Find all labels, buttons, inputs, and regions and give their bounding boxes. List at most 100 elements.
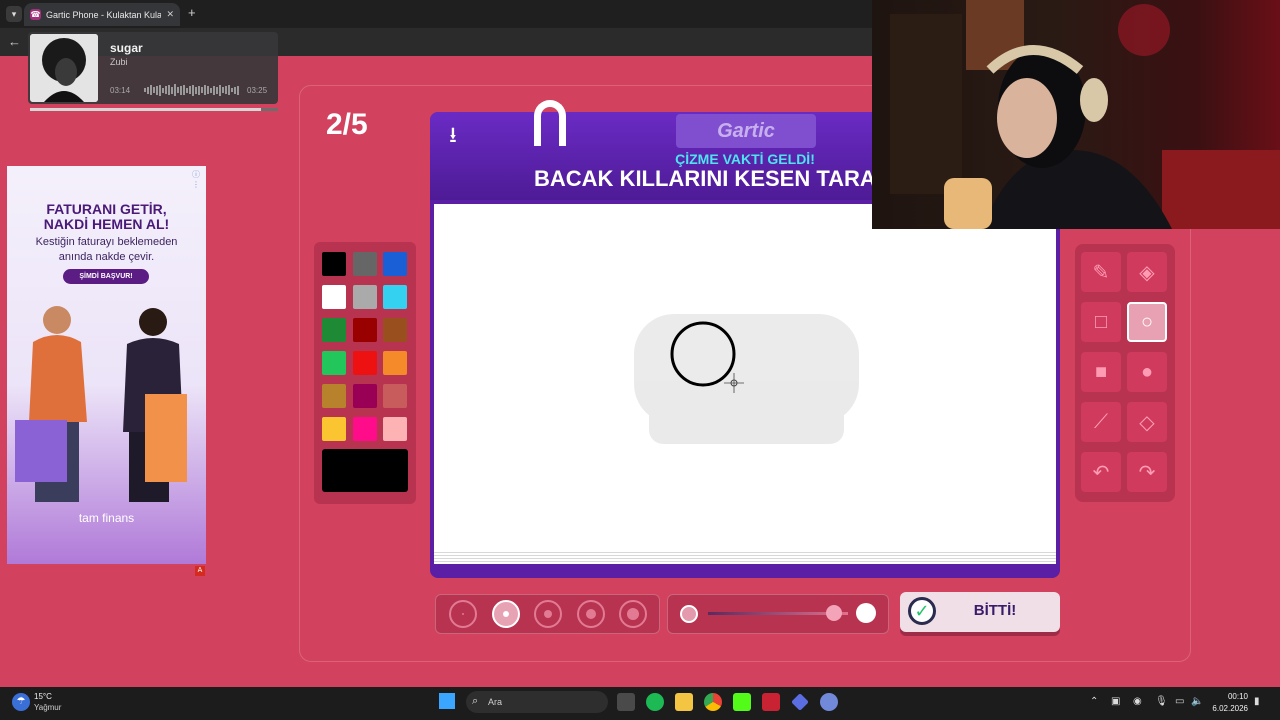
windows-start-icon[interactable] <box>439 693 455 709</box>
gartic-logo: Gartic <box>676 114 816 148</box>
pencil-tool[interactable]: ✎ <box>1081 252 1121 292</box>
download-icon[interactable]: ⭳ <box>440 118 466 148</box>
check-icon: ✓ <box>908 597 936 625</box>
ad-headline: FATURANI GETİR, NAKDİ HEMEN AL! <box>43 201 170 232</box>
pencil-icon: ✎ <box>1092 261 1110 284</box>
selected-color-preview <box>322 449 408 492</box>
search-label: Ara <box>488 697 503 707</box>
tray-app-icon[interactable]: ▣ <box>1111 696 1120 707</box>
gartic-phone-watermark <box>634 314 859 444</box>
album-art <box>30 34 98 102</box>
ad-brand: tam finans <box>78 511 135 525</box>
file-explorer-icon[interactable] <box>675 693 693 711</box>
fill-bucket-icon: ◇ <box>1139 411 1155 434</box>
circle-outline-icon: ○ <box>1140 310 1154 333</box>
canvas-page-edge <box>434 550 1056 564</box>
clock-time[interactable]: 00:10 <box>1214 692 1248 701</box>
color-swatch[interactable] <box>322 351 346 375</box>
done-button-label[interactable]: BİTTİ! <box>940 602 1050 619</box>
back-arrow-icon[interactable]: ← <box>8 34 21 49</box>
music-progress-fill <box>30 108 261 111</box>
gartic-favicon-icon: ☎ <box>30 9 41 20</box>
advertisement[interactable]: ⓘ ⋮ FATURANI GETİR, NAKDİ HEMEN AL! Kest… <box>7 166 206 564</box>
close-tab-icon[interactable]: ✕ <box>166 9 174 20</box>
ellipse-filled-tool[interactable]: ● <box>1127 352 1167 392</box>
weather-desc[interactable]: Yağmur <box>34 703 61 712</box>
eraser-tool[interactable]: ◈ <box>1127 252 1167 292</box>
brush-size-option[interactable] <box>491 600 520 628</box>
spotify-icon[interactable] <box>646 693 664 711</box>
ad-corner-badge[interactable]: A <box>195 566 205 576</box>
weather-icon[interactable]: ☂ <box>12 693 30 711</box>
color-swatch[interactable] <box>383 351 407 375</box>
square-outline-icon: □ <box>1094 310 1108 333</box>
fill-tool[interactable]: ◇ <box>1127 402 1167 442</box>
drawing-canvas[interactable] <box>434 204 1056 550</box>
song-title: sugar <box>110 41 143 55</box>
color-swatch[interactable] <box>383 285 407 309</box>
network-icon[interactable]: ▭ <box>1175 696 1184 707</box>
tray-app-icon[interactable]: ◉ <box>1133 696 1142 707</box>
clip-hook-icon <box>534 100 566 146</box>
brush-size-option[interactable] <box>576 600 605 628</box>
opacity-low-icon <box>680 605 698 623</box>
redo-tool[interactable]: ↷ <box>1127 452 1167 492</box>
color-swatch[interactable] <box>322 285 346 309</box>
ad-info-icon[interactable]: ⓘ ⋮ <box>192 169 206 189</box>
color-swatch[interactable] <box>322 318 346 342</box>
webcam-overlay <box>872 0 1280 229</box>
brush-size-option[interactable] <box>619 600 647 628</box>
notifications-icon[interactable]: ▮ <box>1254 696 1260 707</box>
color-swatch[interactable] <box>383 417 407 441</box>
rectangle-outline-tool[interactable]: □ <box>1081 302 1121 342</box>
opacity-high-icon <box>856 603 876 623</box>
current-time: 03:14 <box>110 86 131 95</box>
clock-date[interactable]: 6.02.2026 <box>1200 704 1248 713</box>
color-swatch[interactable] <box>352 285 377 309</box>
line-tool[interactable]: ⟋ <box>1081 402 1121 442</box>
undo-icon: ↶ <box>1092 461 1110 484</box>
ellipse-outline-tool[interactable]: ○ <box>1127 302 1167 342</box>
search-icon: ⌕ <box>472 695 479 707</box>
line-icon: ⟋ <box>1094 410 1108 433</box>
ad-cta-button[interactable]: ŞİMDİ BAŞVUR! <box>63 269 149 284</box>
color-swatch[interactable] <box>352 384 377 408</box>
waveform <box>144 84 239 96</box>
tab-title: Gartic Phone - Kulaktan Kulağa <box>46 9 162 20</box>
color-swatch[interactable] <box>322 417 346 441</box>
ad-illustration <box>15 306 187 502</box>
color-swatch[interactable] <box>322 384 346 408</box>
opacity-slider-thumb[interactable] <box>826 605 842 621</box>
brush-size-option[interactable] <box>449 600 477 628</box>
ad-subtext: Kestiğin faturayı beklemeden anında nakd… <box>35 236 178 263</box>
color-swatch[interactable] <box>383 384 407 408</box>
microphone-icon[interactable]: 🎙 <box>1155 696 1168 707</box>
new-tab-button[interactable]: + <box>188 5 196 20</box>
app-icon[interactable] <box>762 693 780 711</box>
rectangle-filled-tool[interactable]: ■ <box>1081 352 1121 392</box>
color-swatch[interactable] <box>352 252 377 276</box>
taskbar <box>0 687 1280 720</box>
eraser-icon: ◈ <box>1139 261 1155 284</box>
square-filled-icon: ■ <box>1094 360 1108 383</box>
color-swatch[interactable] <box>352 318 377 342</box>
circle-filled-icon: ● <box>1140 360 1154 383</box>
task-view-icon[interactable] <box>617 693 635 711</box>
redo-icon: ↷ <box>1138 461 1156 484</box>
weather-temp[interactable]: 15°C <box>34 692 52 701</box>
color-swatch[interactable] <box>322 252 346 276</box>
browser-tab[interactable]: ☎ Gartic Phone - Kulaktan Kulağa ✕ <box>24 3 180 26</box>
tray-overflow-icon[interactable]: ⌃ <box>1090 696 1098 707</box>
color-swatch[interactable] <box>383 318 407 342</box>
kick-icon[interactable] <box>733 693 751 711</box>
chrome-icon[interactable] <box>704 693 722 711</box>
tab-menu-button[interactable]: ▾ <box>6 6 22 22</box>
song-artist: Zubi <box>110 57 128 67</box>
color-swatch[interactable] <box>383 252 407 276</box>
color-swatch[interactable] <box>352 351 377 375</box>
color-swatch[interactable] <box>352 417 377 441</box>
discord-icon[interactable] <box>820 693 838 711</box>
undo-tool[interactable]: ↶ <box>1081 452 1121 492</box>
brush-size-option[interactable] <box>534 600 562 628</box>
round-counter: 2/5 <box>326 108 368 141</box>
